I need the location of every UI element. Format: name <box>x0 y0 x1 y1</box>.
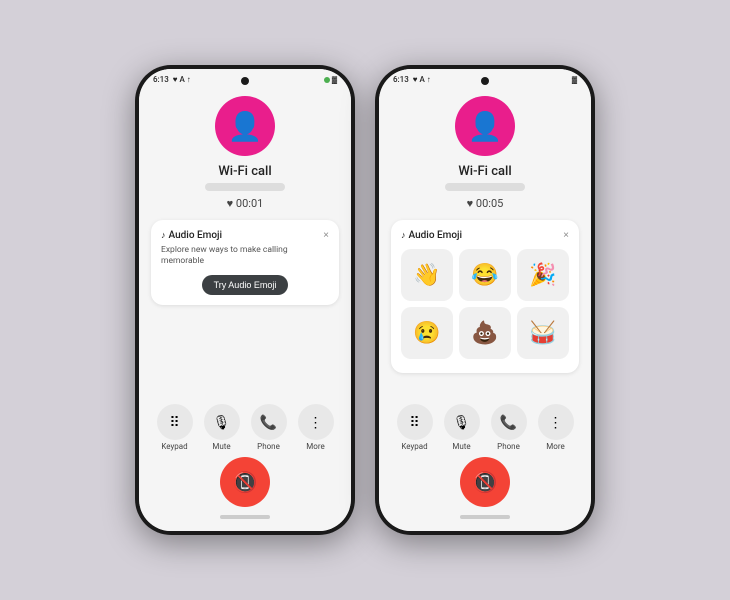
mute-label-1: Mute <box>212 442 230 451</box>
card-desc-1: Explore new ways to make calling memorab… <box>161 245 329 267</box>
end-call-button-2[interactable]: 📵 <box>460 457 510 507</box>
phone-button-1[interactable]: 📞 <box>251 404 287 440</box>
status-right-1: ▓ <box>324 76 337 84</box>
green-dot-1 <box>324 77 330 83</box>
phone-wrap-1: 📞 Phone <box>251 404 287 451</box>
phone-1: 6:13 ♥ A ↑ ▓ 👤 Wi-Fi call ♥ 00:01 <box>135 65 355 535</box>
more-button-1[interactable]: ⋮ <box>298 404 334 440</box>
status-bar-1: 6:13 ♥ A ↑ ▓ <box>139 69 351 86</box>
phone-label-2: Phone <box>497 442 520 451</box>
music-note-1: ♪ <box>161 230 166 241</box>
call-content-2: 👤 Wi-Fi call ♥ 00:05 ♪ Audio Emoji × <box>379 86 591 531</box>
audio-emoji-card-1: ♪ Audio Emoji × Explore new ways to make… <box>151 220 339 305</box>
timer-text-1: ♥ 00:01 <box>227 197 264 210</box>
emoji-cry[interactable]: 😢 <box>401 307 453 359</box>
keypad-button-2[interactable]: ⠿ <box>397 404 433 440</box>
emoji-drum[interactable]: 🥁 <box>517 307 569 359</box>
time-label-1: 6:13 <box>153 75 169 84</box>
keypad-label-2: Keypad <box>401 442 427 451</box>
card-close-2[interactable]: × <box>563 230 569 241</box>
try-audio-emoji-button[interactable]: Try Audio Emoji <box>202 275 289 295</box>
status-bar-2: 6:13 ♥ A ↑ ▓ <box>379 69 591 86</box>
avatar-icon-2: 👤 <box>468 110 503 143</box>
mute-wrap-2: 🎙 Mute <box>444 404 480 451</box>
card-title-2: ♪ Audio Emoji <box>401 230 462 241</box>
more-wrap-2: ⋮ More <box>538 404 574 451</box>
end-call-wrap-2: 📵 <box>460 457 510 507</box>
card-title-1: ♪ Audio Emoji <box>161 230 222 241</box>
mute-button-2[interactable]: 🎙 <box>444 404 480 440</box>
battery-1: ▓ <box>332 76 337 84</box>
battery-2: ▓ <box>572 76 577 84</box>
end-call-button-1[interactable]: 📵 <box>220 457 270 507</box>
more-label-1: More <box>306 442 324 451</box>
camera-dot-2 <box>481 77 489 85</box>
phone-2-screen: 6:13 ♥ A ↑ ▓ 👤 Wi-Fi call ♥ 00:05 <box>379 69 591 531</box>
end-call-wrap-1: 📵 <box>220 457 270 507</box>
more-label-2: More <box>546 442 564 451</box>
emoji-wave[interactable]: 👋 <box>401 249 453 301</box>
music-note-2: ♪ <box>401 230 406 241</box>
caller-name-1: Wi-Fi call <box>218 164 271 179</box>
caller-name-2: Wi-Fi call <box>458 164 511 179</box>
mute-button-1[interactable]: 🎙 <box>204 404 240 440</box>
caller-subtitle-2 <box>445 183 525 191</box>
status-time-1: 6:13 ♥ A ↑ <box>153 75 191 84</box>
call-buttons-1: ⠿ Keypad 🎙 Mute 📞 Phone ⋮ More <box>151 404 339 451</box>
status-time-2: 6:13 ♥ A ↑ <box>393 75 431 84</box>
keypad-button-1[interactable]: ⠿ <box>157 404 193 440</box>
mute-wrap-1: 🎙 Mute <box>204 404 240 451</box>
call-buttons-2: ⠿ Keypad 🎙 Mute 📞 Phone ⋮ More <box>391 404 579 451</box>
home-bar-1 <box>220 515 270 519</box>
emoji-party[interactable]: 🎉 <box>517 249 569 301</box>
caller-subtitle-1 <box>205 183 285 191</box>
call-content-1: 👤 Wi-Fi call ♥ 00:01 ♪ Audio Emoji × <box>139 86 351 531</box>
emoji-grid-2: 👋 😂 🎉 😢 💩 🥁 <box>401 245 569 363</box>
signal-icons-2: ♥ A ↑ <box>413 75 431 84</box>
call-timer-1: ♥ 00:01 <box>227 197 264 210</box>
camera-dot-1 <box>241 77 249 85</box>
avatar-icon-1: 👤 <box>228 110 263 143</box>
emoji-laugh[interactable]: 😂 <box>459 249 511 301</box>
phone-label-1: Phone <box>257 442 280 451</box>
status-right-2: ▓ <box>572 76 577 84</box>
more-button-2[interactable]: ⋮ <box>538 404 574 440</box>
keypad-wrap-1: ⠿ Keypad <box>157 404 193 451</box>
phone-1-screen: 6:13 ♥ A ↑ ▓ 👤 Wi-Fi call ♥ 00:01 <box>139 69 351 531</box>
keypad-wrap-2: ⠿ Keypad <box>397 404 433 451</box>
card-close-1[interactable]: × <box>323 230 329 241</box>
phone-2: 6:13 ♥ A ↑ ▓ 👤 Wi-Fi call ♥ 00:05 <box>375 65 595 535</box>
avatar-2: 👤 <box>455 96 515 156</box>
card-header-1: ♪ Audio Emoji × <box>161 230 329 241</box>
time-label-2: 6:13 <box>393 75 409 84</box>
card-header-2: ♪ Audio Emoji × <box>401 230 569 241</box>
keypad-label-1: Keypad <box>161 442 187 451</box>
phones-container: 6:13 ♥ A ↑ ▓ 👤 Wi-Fi call ♥ 00:01 <box>135 65 595 535</box>
home-bar-2 <box>460 515 510 519</box>
signal-icons-1: ♥ A ↑ <box>173 75 191 84</box>
timer-text-2: ♥ 00:05 <box>467 197 504 210</box>
more-wrap-1: ⋮ More <box>298 404 334 451</box>
avatar-1: 👤 <box>215 96 275 156</box>
phone-button-2[interactable]: 📞 <box>491 404 527 440</box>
phone-wrap-2: 📞 Phone <box>491 404 527 451</box>
call-timer-2: ♥ 00:05 <box>467 197 504 210</box>
audio-emoji-card-2: ♪ Audio Emoji × 👋 😂 🎉 😢 💩 🥁 <box>391 220 579 373</box>
emoji-poop[interactable]: 💩 <box>459 307 511 359</box>
mute-label-2: Mute <box>452 442 470 451</box>
